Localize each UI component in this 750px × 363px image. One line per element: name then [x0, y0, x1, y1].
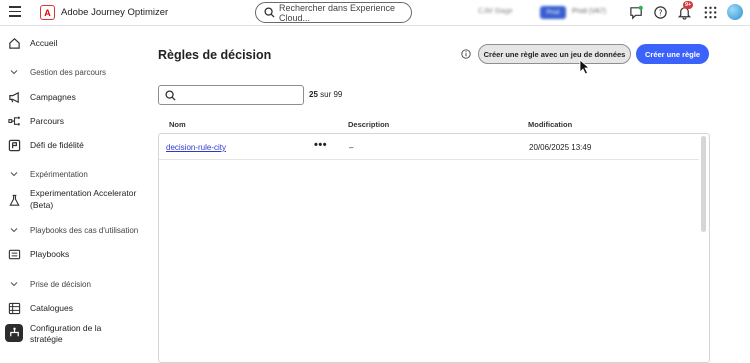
avatar[interactable]: [727, 4, 743, 20]
section-playbooks[interactable]: Playbooks des cas d'utilisation: [0, 223, 145, 237]
rules-table: decision-rule-city ••• – 20/06/2025 13:4…: [158, 133, 710, 363]
rule-modified-date: 20/06/2025 13:49: [529, 143, 592, 152]
vertical-scrollbar[interactable]: [701, 136, 706, 232]
chevron-down-icon: [10, 172, 18, 177]
section-decisioning[interactable]: Prise de décision: [0, 277, 145, 291]
column-header-name[interactable]: Nom: [169, 120, 186, 129]
create-rule-with-dataset-button[interactable]: Créer une règle avec un jeu de données: [478, 44, 631, 64]
mouse-cursor-icon: [579, 59, 591, 75]
column-header-modified[interactable]: Modification: [528, 120, 572, 129]
rule-name-link[interactable]: decision-rule-city: [166, 143, 226, 152]
env-label-prod[interactable]: Prod: [540, 6, 566, 19]
section-journey-management[interactable]: Gestion des parcours: [0, 65, 145, 79]
brand[interactable]: A Adobe Journey Optimizer: [40, 5, 168, 20]
sidebar-item-label: Campagnes: [30, 91, 76, 102]
env-label-prod-va7[interactable]: Prod (VA7): [572, 8, 606, 15]
menu-icon[interactable]: [9, 6, 21, 18]
svg-text:?: ?: [659, 8, 663, 17]
notification-badge: 9+: [683, 1, 694, 9]
loyalty-challenge-icon: [8, 139, 21, 151]
main-content: Règles de décision Créer une règle avec …: [145, 27, 750, 363]
adobe-logo-icon: A: [40, 5, 55, 20]
sidebar-item-campaigns[interactable]: Campagnes: [0, 90, 145, 104]
rule-description: –: [349, 143, 354, 152]
result-count-number: 25: [309, 90, 318, 99]
table-row[interactable]: decision-rule-city ••• – 20/06/2025 13:4…: [159, 134, 699, 160]
sidebar-item-label: Défi de fidélité: [30, 139, 84, 150]
apps-grid-icon[interactable]: [703, 5, 718, 20]
playbook-icon: [8, 249, 21, 259]
sidebar-item-journeys[interactable]: Parcours: [0, 114, 145, 128]
search-icon: [165, 90, 176, 101]
sidebar-item-label: Parcours: [30, 115, 65, 126]
app-name: Adobe Journey Optimizer: [61, 7, 169, 18]
sidebar-item-experimentation-accelerator[interactable]: Experimentation Accelerator (Beta): [0, 188, 145, 212]
catalog-icon: [8, 302, 21, 314]
info-icon[interactable]: [461, 49, 471, 59]
sidebar-item-label: Playbooks: [30, 248, 70, 259]
megaphone-icon: [9, 91, 19, 103]
section-label: Expérimentation: [30, 169, 88, 179]
result-count-total: sur 99: [320, 90, 343, 99]
search-input[interactable]: [158, 85, 304, 105]
sidebar-item-loyalty[interactable]: Défi de fidélité: [0, 138, 145, 152]
sidebar-item-label-line2: stratégie: [30, 334, 63, 344]
page-title: Règles de décision: [158, 48, 272, 62]
chevron-down-icon: [10, 70, 18, 75]
flask-icon: [9, 194, 20, 206]
global-search-input[interactable]: Rechercher dans Experience Cloud...: [255, 2, 412, 23]
result-count: 25 sur 99: [309, 90, 342, 99]
section-label: Playbooks des cas d'utilisation: [30, 225, 139, 235]
chevron-down-icon: [10, 228, 18, 233]
section-label: Gestion des parcours: [30, 67, 107, 77]
section-label: Prise de décision: [30, 279, 91, 289]
sidebar-item-playbooks[interactable]: Playbooks: [0, 247, 145, 261]
section-experimentation[interactable]: Expérimentation: [0, 167, 145, 181]
sidebar-item-home[interactable]: Accueil: [0, 36, 145, 50]
sidebar-item-catalogs[interactable]: Catalogues: [0, 301, 145, 315]
sidebar: Accueil Gestion des parcours Campagnes P…: [0, 27, 145, 357]
create-rule-button[interactable]: Créer une règle: [636, 44, 709, 64]
top-bar: A Adobe Journey Optimizer Rechercher dan…: [0, 0, 750, 26]
journey-icon: [8, 116, 20, 125]
sidebar-item-label-suffix: (Beta): [30, 200, 54, 210]
home-icon: [9, 37, 20, 49]
sidebar-item-label: Catalogues: [30, 302, 74, 313]
column-header-description[interactable]: Description: [348, 120, 389, 129]
sidebar-item-strategy-setup[interactable]: Configuration de la stratégie: [0, 323, 145, 347]
sidebar-item-label: Accueil: [30, 37, 58, 48]
chevron-down-icon: [10, 282, 18, 287]
sidebar-item-label: Configuration de la: [30, 323, 102, 333]
env-label-stage[interactable]: CJM Stage: [478, 8, 513, 15]
more-actions-icon[interactable]: •••: [314, 139, 327, 151]
search-placeholder: Rechercher dans Experience Cloud...: [279, 2, 396, 23]
table-header: Nom Description Modification: [158, 117, 710, 133]
search-icon: [264, 7, 275, 18]
strategy-icon: [10, 327, 19, 337]
help-icon[interactable]: ?: [653, 5, 668, 20]
feedback-icon[interactable]: [629, 5, 644, 20]
sidebar-item-label: Experimentation Accelerator: [30, 188, 137, 198]
